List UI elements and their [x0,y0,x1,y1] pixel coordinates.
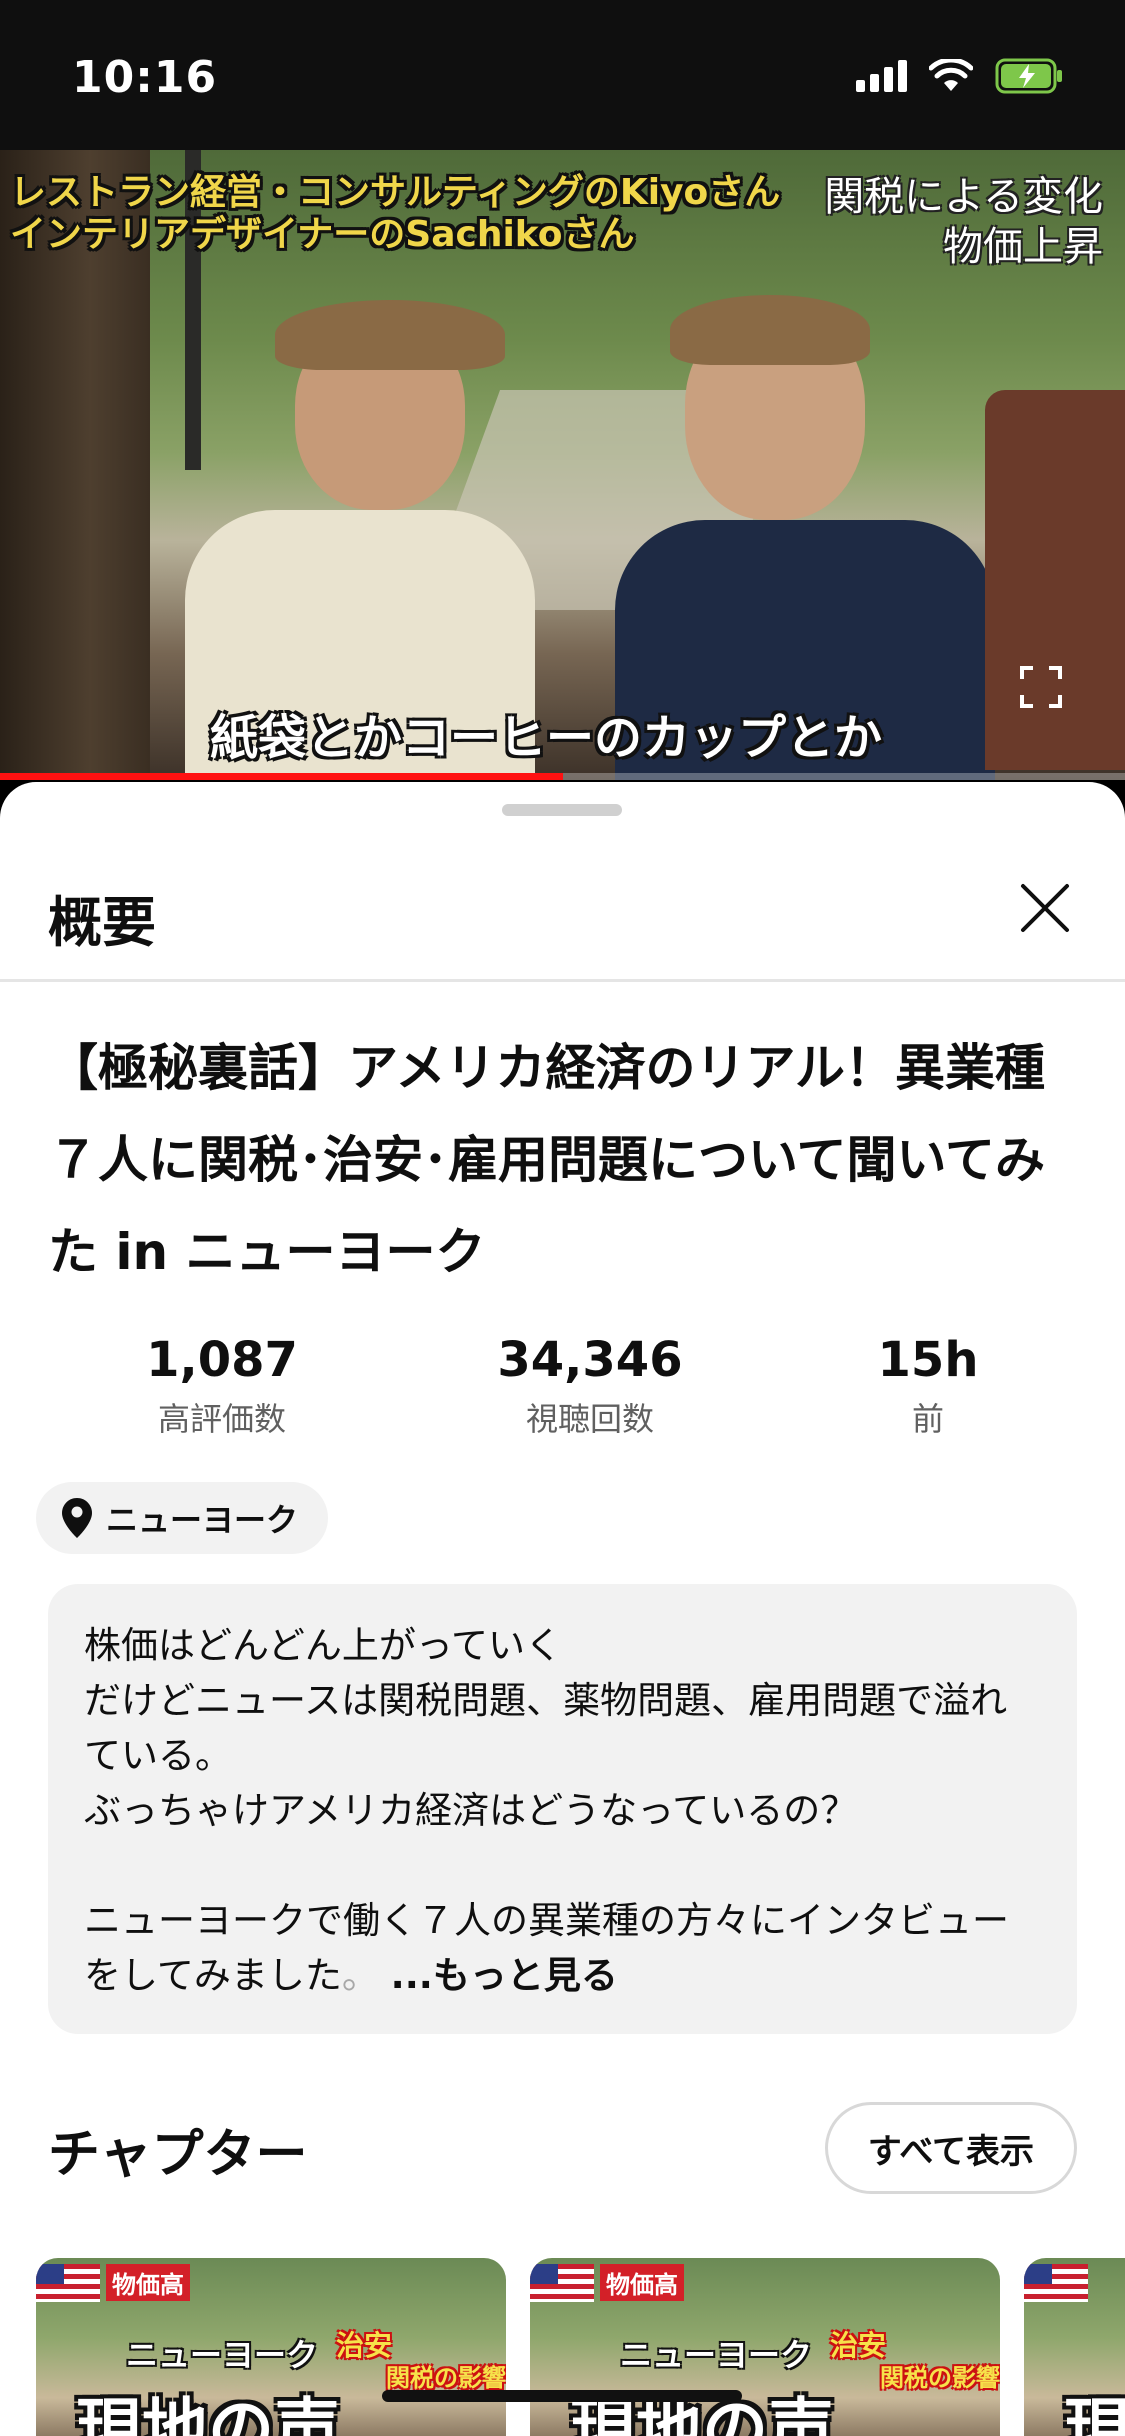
description-line-last: ニューヨークで働く７人の異業種の方々にインタビューをしてみました。 ...もっと… [84,1899,1009,1997]
sheet-title: 概要 [48,891,156,954]
description-line: だけどニュースは関税問題、薬物問題、雇用問題で溢れている。 [84,1679,1008,1777]
sheet-header: 概要 [0,842,1125,982]
cellular-signal-icon [856,60,907,92]
video-frame-chair [985,390,1125,770]
location-chip[interactable]: ニューヨーク [36,1482,329,1554]
status-bar: 10:16 [0,0,1125,150]
chapter-thumbnail[interactable]: 物価高 ニューヨーク 治安 関税の影響 現地の声 [36,2258,506,2436]
home-indicator[interactable] [382,2390,742,2402]
chapter-thumbnail[interactable]: 物価高 ニューヨーク 治安 関税の影響 現地の声 [530,2258,1000,2436]
chapters-carousel[interactable]: 物価高 ニューヨーク 治安 関税の影響 現地の声 物価高 ニューヨーク 治安 関… [36,2258,1125,2436]
us-flag-icon [1024,2264,1088,2302]
show-all-chapters-button[interactable]: すべて表示 [824,2102,1077,2194]
chapter-thumbnail[interactable]: 現 [1024,2258,1125,2436]
location-pin-icon [62,1498,92,1538]
video-stats: 1,087 高評価数 34,346 視聴回数 15h 前 [0,1332,1125,1452]
video-overlay-caption-right: 関税による変化 物価上昇 [824,174,1103,270]
us-flag-icon [36,2264,100,2302]
battery-charging-icon [995,58,1062,94]
status-icons [856,58,1065,94]
us-flag-icon [530,2264,594,2302]
description-line: ​ [84,1838,1041,1893]
location-label: ニューヨーク [106,1501,299,1539]
description-box[interactable]: 株価はどんどん上がっていく だけどニュースは関税問題、薬物問題、雇用問題で溢れて… [48,1584,1077,2034]
description-line: ぶっちゃけアメリカ経済はどうなっているの？ [84,1789,858,1832]
description-line: 株価はどんどん上がっていく [84,1624,563,1667]
show-more-link[interactable]: ...もっと見る [391,1954,618,1997]
stat-likes: 1,087 高評価数 [146,1332,298,1438]
sheet-drag-handle[interactable] [502,804,622,816]
video-subtitle: 紙袋とかコーヒーのカップとか [210,710,883,766]
status-time: 10:16 [72,52,218,103]
chapters-heading: チャプター [48,2125,308,2185]
close-icon[interactable] [1005,868,1085,948]
video-progress-fill [0,773,563,780]
stat-upload-time: 15h 前 [877,1332,979,1438]
stat-views: 34,346 視聴回数 [497,1332,683,1438]
wifi-icon [929,59,973,91]
video-progress-bar[interactable] [0,773,1125,780]
video-overlay-caption-left: レストラン経営・コンサルティングのKiyoさん インテリアデザイナーのSachi… [10,172,781,255]
description-sheet: 概要 【極秘裏話】アメリカ経済のリアル！異業種７人に関税･治安･雇用問題について… [0,782,1125,2436]
video-player[interactable]: レストラン経営・コンサルティングのKiyoさん インテリアデザイナーのSachi… [0,150,1125,780]
video-title: 【極秘裏話】アメリカ経済のリアル！異業種７人に関税･治安･雇用問題について聞いて… [48,1039,1045,1281]
fullscreen-icon[interactable] [1019,665,1063,709]
